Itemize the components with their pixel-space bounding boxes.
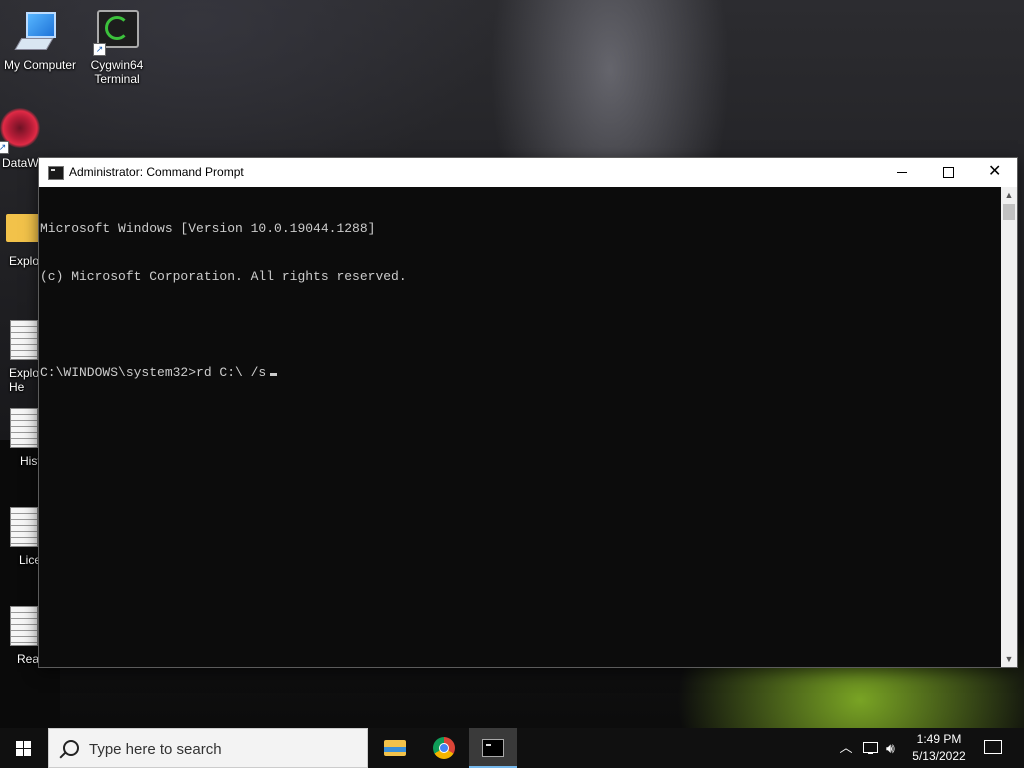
desktop-icon-readme[interactable]: Read	[0, 604, 46, 666]
cmd-icon	[48, 166, 64, 180]
minimize-icon	[897, 172, 907, 173]
notification-icon	[984, 740, 1002, 754]
window-title: Administrator: Command Prompt	[69, 165, 244, 179]
notification-center-button[interactable]	[978, 728, 1008, 768]
console-prompt-line[interactable]: C:\WINDOWS\system32>rd C:\ /s	[40, 365, 998, 381]
file-explorer-icon	[384, 740, 406, 756]
console-line: Microsoft Windows [Version 10.0.19044.12…	[40, 221, 376, 236]
desktop-icon-label: Explo He	[9, 366, 40, 394]
vertical-scrollbar[interactable]: ▲ ▼	[1001, 187, 1017, 667]
maximize-icon	[943, 167, 954, 178]
desktop-icon-license[interactable]: Lice	[0, 505, 42, 567]
desktop-icon-history[interactable]: Hist	[0, 406, 42, 468]
desktop-icon-label: Read	[17, 652, 46, 666]
maximize-button[interactable]	[925, 158, 971, 187]
desktop-icon-cygwin[interactable]: ↗ Cygwin64 Terminal	[77, 10, 157, 86]
desktop-icon-my-computer[interactable]: My Computer	[0, 10, 80, 72]
console-line: (c) Microsoft Corporation. All rights re…	[40, 269, 407, 284]
close-button[interactable]: ✕	[971, 158, 1017, 187]
clock-time: 1:49 PM	[916, 732, 962, 746]
desktop-icon-label: My Computer	[3, 58, 77, 72]
desktop-icon-explorer-help[interactable]: Explo He	[0, 318, 42, 394]
command-prompt-window[interactable]: Administrator: Command Prompt ✕ Microsof…	[38, 157, 1018, 668]
volume-icon[interactable]: 🔊︎	[886, 728, 904, 768]
scroll-down-icon[interactable]: ▼	[1001, 651, 1017, 667]
scrollbar-thumb[interactable]	[1003, 204, 1015, 220]
taskbar-search-box[interactable]: Type here to search	[48, 728, 368, 768]
desktop-icon-label: Cygwin64 Terminal	[90, 58, 144, 86]
window-titlebar[interactable]: Administrator: Command Prompt ✕	[39, 158, 1017, 187]
clock-date: 5/13/2022	[912, 749, 966, 763]
text-cursor	[270, 373, 278, 376]
scroll-up-icon[interactable]: ▲	[1001, 187, 1017, 203]
taskbar: Type here to search ︿ 🔊︎ 1:49 PM 5/13/20…	[0, 728, 1024, 768]
datawrangler-icon: ↗	[0, 108, 42, 154]
computer-icon	[14, 10, 62, 54]
shortcut-arrow-icon: ↗	[93, 43, 106, 56]
taskbar-file-explorer[interactable]	[370, 728, 418, 768]
desktop-icon-label: Lice	[19, 553, 42, 567]
network-icon[interactable]	[862, 728, 880, 768]
start-button[interactable]	[0, 728, 48, 768]
desktop-icon-label: Explo	[9, 254, 40, 268]
chrome-icon	[433, 737, 455, 759]
close-icon: ✕	[988, 163, 1002, 180]
minimize-button[interactable]	[879, 158, 925, 187]
desktop-icon-explorer[interactable]: Explo	[0, 206, 42, 268]
search-icon	[63, 740, 79, 756]
taskbar-chrome[interactable]	[420, 728, 468, 768]
windows-logo-icon	[16, 741, 32, 757]
taskbar-clock[interactable]: 1:49 PM 5/13/2022	[906, 728, 972, 768]
desktop-icon-datawrangler[interactable]: ↗ DataW	[0, 108, 42, 170]
console-output[interactable]: Microsoft Windows [Version 10.0.19044.12…	[39, 187, 999, 667]
cmd-icon	[482, 739, 504, 757]
shortcut-arrow-icon: ↗	[0, 141, 9, 154]
desktop-icon-label: Hist	[20, 454, 41, 468]
show-hidden-icons-chevron-icon[interactable]: ︿	[838, 728, 854, 768]
taskbar-command-prompt[interactable]	[469, 728, 517, 768]
desktop-icon-label: DataW	[2, 156, 39, 170]
console-command: C:\WINDOWS\system32>rd C:\ /s	[40, 365, 267, 380]
cygwin-icon: ↗	[93, 10, 139, 56]
search-placeholder: Type here to search	[89, 741, 222, 758]
